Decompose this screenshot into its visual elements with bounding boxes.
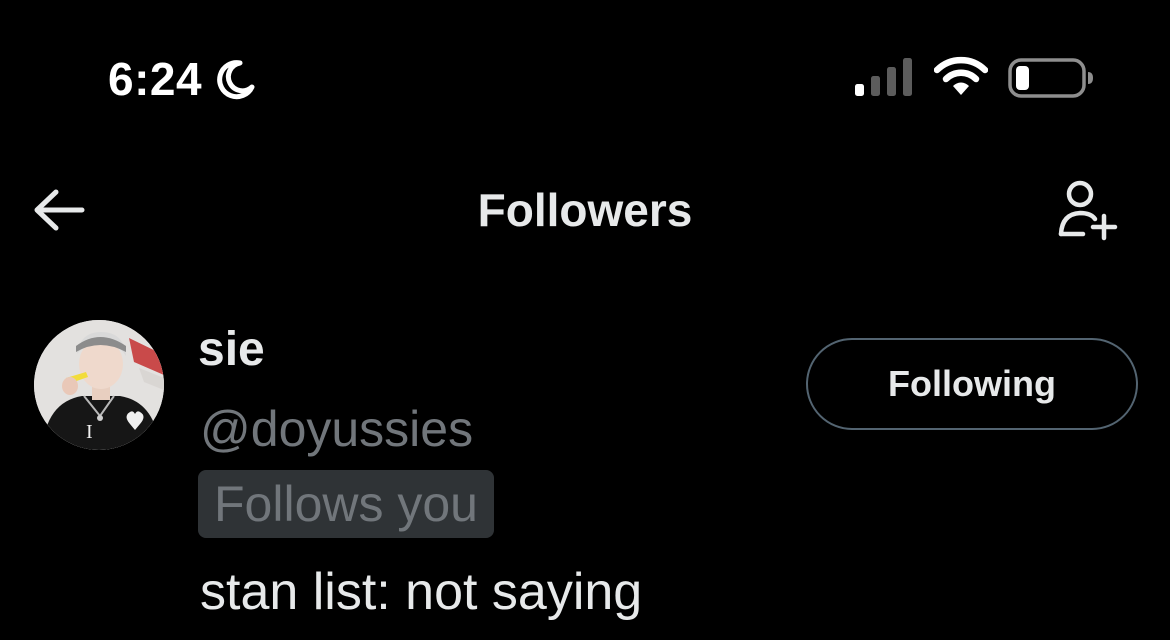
avatar-image: I	[34, 320, 164, 450]
clock-group: 6:24	[108, 54, 256, 104]
user-bio: stan list: not saying	[200, 563, 643, 621]
moon-icon	[217, 60, 255, 100]
status-time: 6:24	[108, 53, 203, 105]
follower-row[interactable]: I sie @doyussies Follows you stan list: …	[0, 300, 1170, 640]
nav-bar: Followers	[0, 160, 1170, 260]
add-person-icon	[1058, 180, 1118, 241]
wifi-icon	[934, 56, 988, 95]
signal-icon	[855, 58, 912, 96]
page-title: Followers	[477, 184, 693, 236]
svg-text:I: I	[86, 421, 93, 443]
avatar[interactable]: I	[34, 320, 164, 450]
user-handle[interactable]: @doyussies	[200, 400, 473, 458]
following-button[interactable]: Following	[806, 338, 1138, 430]
follows-you-badge: Follows you	[198, 470, 494, 538]
battery-icon	[1008, 58, 1093, 98]
display-name[interactable]: sie	[198, 322, 265, 378]
status-bar: 6:24	[0, 0, 1170, 150]
add-person-button[interactable]	[1052, 174, 1128, 246]
